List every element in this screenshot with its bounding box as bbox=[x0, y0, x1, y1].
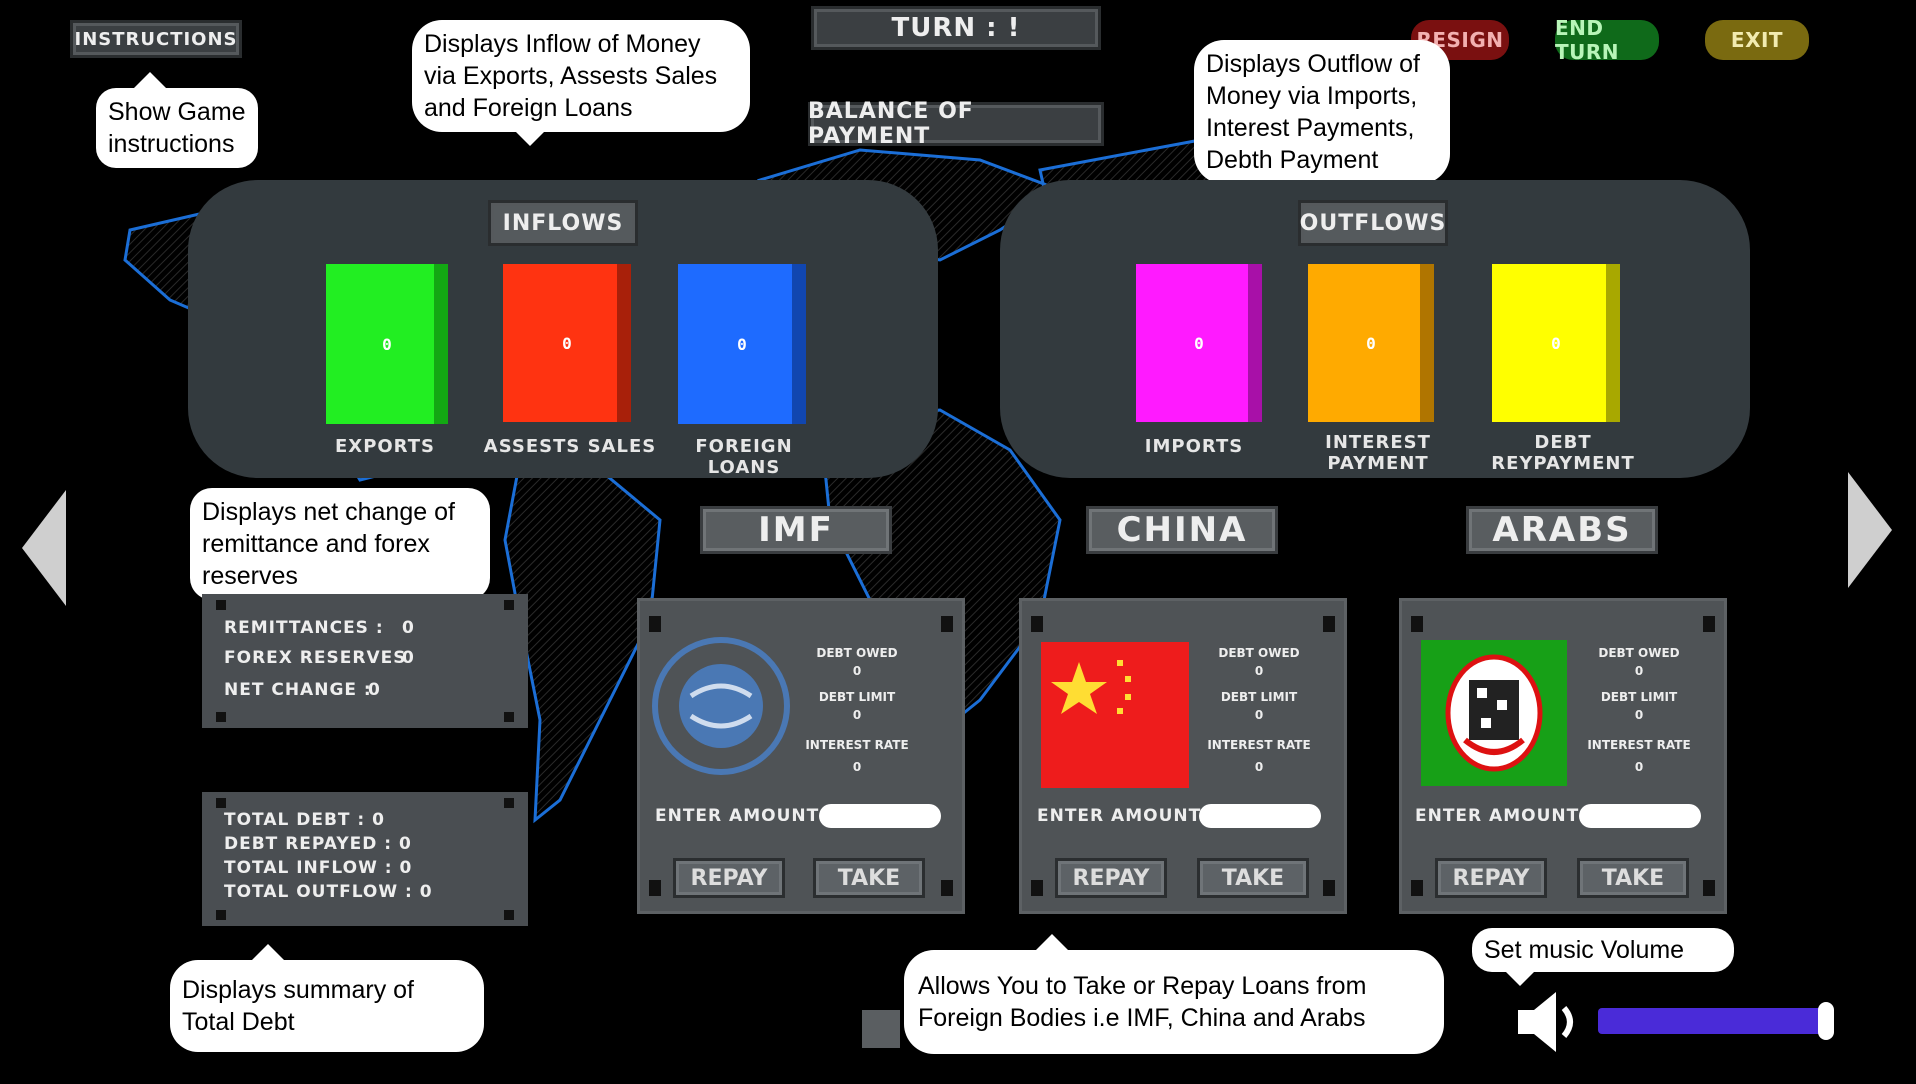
china-enter-amount-label: ENTER AMOUNT : bbox=[1037, 806, 1216, 826]
pointer-square bbox=[862, 1010, 900, 1048]
exit-button[interactable]: EXIT bbox=[1705, 20, 1809, 60]
net-change-value: 0 bbox=[368, 680, 381, 700]
arabs-amount-input[interactable] bbox=[1579, 804, 1701, 828]
debt-repayment-label: DEBT REYPAYMENT bbox=[1491, 432, 1635, 474]
foreign-loans-book: 0 bbox=[678, 264, 806, 424]
china-debt-owed-label: DEBT OWED bbox=[1218, 646, 1300, 660]
china-debt-limit-value: 0 bbox=[1254, 708, 1264, 722]
interest-payment-value: 0 bbox=[1366, 333, 1376, 353]
china-title: CHINA bbox=[1086, 506, 1278, 554]
imf-take-button[interactable]: TAKE bbox=[813, 858, 925, 898]
imports-label: IMPORTS bbox=[1144, 436, 1244, 457]
china-debt-owed-value: 0 bbox=[1254, 664, 1264, 678]
inflows-title: INFLOWS bbox=[488, 200, 638, 246]
asset-sales-value: 0 bbox=[562, 333, 572, 353]
arabs-take-button[interactable]: TAKE bbox=[1577, 858, 1689, 898]
tooltip-lenders: Allows You to Take or Repay Loans from F… bbox=[904, 934, 1444, 1054]
foreign-loans-label: FOREIGN LOANS bbox=[695, 436, 793, 478]
exports-label: EXPORTS bbox=[335, 436, 435, 457]
arabs-debt-owed-label: DEBT OWED bbox=[1598, 646, 1680, 660]
total-outflow-text: TOTAL OUTFLOW : 0 bbox=[224, 882, 433, 902]
arabs-card: DEBT OWED 0 DEBT LIMIT 0 INTEREST RATE 0… bbox=[1399, 598, 1727, 914]
previous-arrow-icon[interactable] bbox=[20, 488, 68, 608]
imf-debt-limit-value: 0 bbox=[852, 708, 862, 722]
total-debt-text: TOTAL DEBT : 0 bbox=[224, 810, 385, 830]
arabs-debt-owed-value: 0 bbox=[1634, 664, 1644, 678]
imf-enter-amount-label: ENTER AMOUNT : bbox=[655, 806, 834, 826]
net-change-label: NET CHANGE : bbox=[224, 680, 372, 700]
balance-of-payment-title: BALANCE OF PAYMENT bbox=[808, 99, 1104, 149]
china-amount-input[interactable] bbox=[1199, 804, 1321, 828]
arabs-debt-limit-label: DEBT LIMIT bbox=[1600, 690, 1678, 704]
tooltip-instructions: Show Game instructions bbox=[96, 72, 258, 168]
debt-repayment-value: 0 bbox=[1551, 333, 1561, 353]
arabs-enter-amount-label: ENTER AMOUNT : bbox=[1415, 806, 1594, 826]
volume-slider-fill bbox=[1598, 1008, 1826, 1034]
china-flag-icon bbox=[1041, 642, 1189, 788]
china-repay-button[interactable]: REPAY bbox=[1055, 858, 1167, 898]
arabs-interest-rate-label: INTEREST RATE bbox=[1587, 738, 1691, 752]
imports-book: 0 bbox=[1136, 264, 1262, 422]
remittances-value: 0 bbox=[402, 618, 415, 638]
asset-sales-book: 0 bbox=[503, 264, 631, 422]
arabs-repay-button[interactable]: REPAY bbox=[1435, 858, 1547, 898]
imf-repay-button[interactable]: REPAY bbox=[673, 858, 785, 898]
exports-value: 0 bbox=[382, 334, 392, 354]
forex-reserves-value: 0 bbox=[402, 648, 415, 668]
exports-book: 0 bbox=[326, 264, 448, 424]
arabs-debt-limit-value: 0 bbox=[1634, 708, 1644, 722]
china-interest-rate-label: INTEREST RATE bbox=[1207, 738, 1311, 752]
volume-slider[interactable] bbox=[1598, 1002, 1838, 1040]
volume-slider-knob[interactable] bbox=[1818, 1002, 1834, 1040]
next-arrow-icon[interactable] bbox=[1846, 470, 1894, 590]
interest-payment-book: 0 bbox=[1308, 264, 1434, 422]
tooltip-summary: Displays summary of Total Debt bbox=[170, 944, 484, 1052]
imf-debt-owed-value: 0 bbox=[852, 664, 862, 678]
debt-repayed-text: DEBT REPAYED : 0 bbox=[224, 834, 412, 854]
imf-interest-rate-value: 0 bbox=[852, 760, 862, 774]
total-inflow-text: TOTAL INFLOW : 0 bbox=[224, 858, 413, 878]
imports-value: 0 bbox=[1194, 333, 1204, 353]
arabs-emblem-icon bbox=[1421, 640, 1567, 786]
imf-logo-icon bbox=[652, 637, 790, 775]
imf-debt-limit-label: DEBT LIMIT bbox=[818, 690, 896, 704]
arabs-title: ARABS bbox=[1466, 506, 1658, 554]
imf-amount-input[interactable] bbox=[819, 804, 941, 828]
tooltip-outflows: Displays Outflow of Money via Imports, I… bbox=[1194, 40, 1450, 198]
china-debt-limit-label: DEBT LIMIT bbox=[1220, 690, 1298, 704]
china-take-button[interactable]: TAKE bbox=[1197, 858, 1309, 898]
tooltip-net-change: Displays net change of remittance and fo… bbox=[190, 488, 490, 614]
outflows-title: OUTFLOWS bbox=[1298, 200, 1448, 246]
imf-title: IMF bbox=[700, 506, 892, 554]
debt-summary-box: TOTAL DEBT : 0 DEBT REPAYED : 0 TOTAL IN… bbox=[202, 792, 528, 926]
instructions-button[interactable]: INSTRUCTIONS bbox=[70, 20, 242, 58]
imf-interest-rate-label: INTEREST RATE bbox=[805, 738, 909, 752]
imf-debt-owed-label: DEBT OWED bbox=[816, 646, 898, 660]
turn-indicator: TURN : ! bbox=[811, 6, 1101, 50]
interest-payment-label: INTEREST PAYMENT bbox=[1325, 432, 1431, 474]
tooltip-music: Set music Volume bbox=[1472, 928, 1734, 986]
end-turn-button[interactable]: END TURN bbox=[1555, 16, 1659, 64]
china-interest-rate-value: 0 bbox=[1254, 760, 1264, 774]
china-card: DEBT OWED 0 DEBT LIMIT 0 INTEREST RATE 0… bbox=[1019, 598, 1347, 914]
imf-card: DEBT OWED 0 DEBT LIMIT 0 INTEREST RATE 0… bbox=[637, 598, 965, 914]
tooltip-inflows: Displays Inflow of Money via Exports, As… bbox=[412, 20, 750, 146]
foreign-loans-value: 0 bbox=[737, 334, 747, 354]
speaker-icon[interactable] bbox=[1514, 990, 1584, 1054]
remittances-label: REMITTANCES : bbox=[224, 618, 384, 638]
arabs-interest-rate-value: 0 bbox=[1634, 760, 1644, 774]
debt-repayment-book: 0 bbox=[1492, 264, 1620, 422]
reserves-box: REMITTANCES : 0 FOREX RESERVES 0 NET CHA… bbox=[202, 594, 528, 728]
forex-reserves-label: FOREX RESERVES bbox=[224, 648, 407, 668]
asset-sales-label: ASSESTS SALES bbox=[483, 436, 657, 457]
